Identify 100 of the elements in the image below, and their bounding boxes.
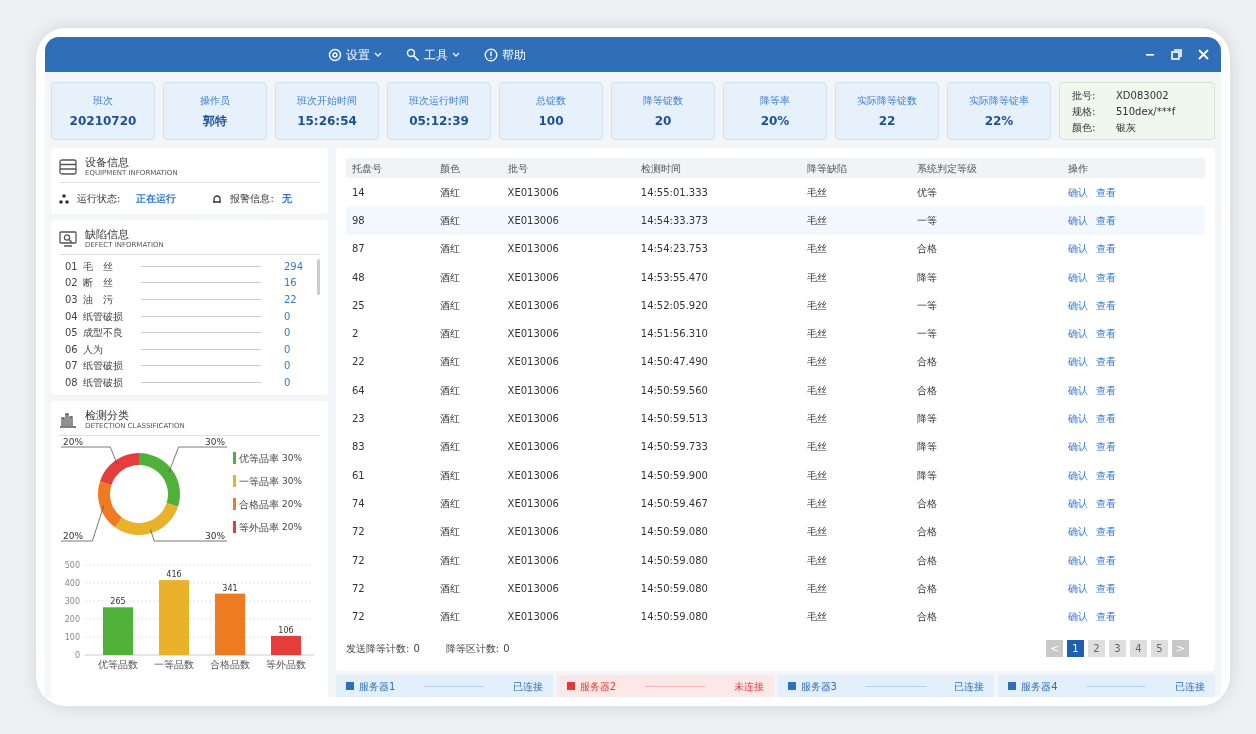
action-link[interactable]: 确认 xyxy=(1068,554,1088,566)
action-link[interactable]: 确认 xyxy=(1068,328,1088,340)
page-button[interactable]: 1 xyxy=(1067,640,1084,658)
table-cell-text: 酒红 xyxy=(439,412,462,426)
action-link[interactable]: 查看 xyxy=(1096,526,1116,538)
table-row[interactable]: 22 酒红 XE013006 14:50:47.490 毛丝 合格 确认 查看 xyxy=(346,347,1205,377)
page-button[interactable]: 2 xyxy=(1088,640,1105,658)
action-link[interactable]: 查看 xyxy=(1096,299,1116,311)
page-button[interactable]: 5 xyxy=(1151,640,1168,658)
network-icon xyxy=(59,193,69,204)
action-link[interactable]: 查看 xyxy=(1096,384,1116,396)
table-cell-text: 酒红 xyxy=(439,355,462,370)
table-row[interactable]: 72 酒红 XE013006 14:50:59.080 毛丝 合格 确认 查看 xyxy=(346,517,1205,546)
table-cell: 一等 xyxy=(910,206,1062,235)
info-label: 批号: xyxy=(1072,88,1097,103)
server-status: 未连接 xyxy=(733,679,764,694)
action-link[interactable]: 确认 xyxy=(1068,469,1088,481)
table-row[interactable]: 48 酒红 XE013006 14:53:55.470 毛丝 降等 确认 查看 xyxy=(346,262,1205,292)
table-row[interactable]: 83 酒红 XE013006 14:50:59.733 毛丝 降等 确认 查看 xyxy=(346,432,1205,461)
action-link[interactable]: 查看 xyxy=(1096,186,1116,198)
action-link[interactable]: 确认 xyxy=(1068,413,1088,424)
category-label: 合格品数 xyxy=(210,658,250,670)
action-link[interactable]: 确认 xyxy=(1068,243,1088,255)
action-link[interactable]: 确认 xyxy=(1068,611,1088,623)
table-cell-text: 一等 xyxy=(915,298,938,313)
scrollbar-thumb[interactable] xyxy=(317,259,320,295)
action-link[interactable]: 查看 xyxy=(1096,214,1116,226)
table-cell-text: 合格 xyxy=(915,610,938,625)
table-cell-text: 14:50:59.467 xyxy=(639,496,709,511)
action-link[interactable]: 确认 xyxy=(1068,214,1088,226)
action-link[interactable]: 确认 xyxy=(1068,186,1088,198)
action-link[interactable]: 查看 xyxy=(1096,497,1116,509)
table-row[interactable]: 74 酒红 XE013006 14:50:59.467 毛丝 合格 确认 查看 xyxy=(346,489,1205,518)
bar xyxy=(103,607,133,655)
page-button[interactable]: 4 xyxy=(1130,640,1147,658)
close-icon[interactable] xyxy=(1198,49,1209,60)
defect-count: 16 xyxy=(284,276,298,291)
action-link[interactable]: 查看 xyxy=(1096,582,1116,594)
table-row[interactable]: 25 酒红 XE013006 14:52:05.920 毛丝 一等 确认 查看 xyxy=(346,291,1205,320)
alarm-value: 无 xyxy=(281,192,292,206)
action-link[interactable]: 确认 xyxy=(1068,299,1088,311)
column-header: 托盘号 xyxy=(346,158,435,178)
table-row[interactable]: 72 酒红 XE013006 14:50:59.080 毛丝 合格 确认 查看 xyxy=(346,602,1205,631)
legend-label: 合格品率 xyxy=(239,497,279,512)
server-status: 已连接 xyxy=(512,679,543,694)
action-link[interactable]: 查看 xyxy=(1096,469,1116,481)
action-link[interactable]: 确认 xyxy=(1068,384,1088,396)
stat-label: 班次开始时间 xyxy=(297,93,357,108)
table-row[interactable]: 2 酒红 XE013006 14:51:56.310 毛丝 一等 确认 查看 xyxy=(346,319,1205,348)
action-link[interactable]: 确认 xyxy=(1068,582,1088,594)
table-row[interactable]: 61 酒红 XE013006 14:50:59.900 毛丝 降等 确认 查看 xyxy=(346,460,1205,490)
table-cell-text: 2 xyxy=(351,327,360,342)
table-cell-text: 毛丝 xyxy=(806,525,829,540)
action-link[interactable]: 查看 xyxy=(1096,611,1116,623)
table-cell-text: 酒红 xyxy=(439,496,462,511)
action-link[interactable]: 查看 xyxy=(1096,554,1116,566)
table-row[interactable]: 64 酒红 XE013006 14:50:59.560 毛丝 合格 确认 查看 xyxy=(346,376,1205,405)
table-row[interactable]: 72 酒红 XE013006 14:50:59.080 毛丝 合格 确认 查看 xyxy=(346,545,1205,575)
stat-label: 班次 xyxy=(93,93,113,108)
stat-value: 22% xyxy=(984,112,1014,130)
column-header: 批号 xyxy=(501,158,635,178)
action-link[interactable]: 查看 xyxy=(1096,328,1116,340)
table-cell: 酒红 xyxy=(434,178,502,207)
menu-item[interactable]: 帮助 xyxy=(484,45,526,64)
restore-icon[interactable] xyxy=(1171,49,1182,60)
action-link[interactable]: 确认 xyxy=(1068,271,1088,283)
info-label: 颜色: xyxy=(1072,120,1097,135)
axis-tick-label: 200 xyxy=(64,614,80,624)
table-cell-text: XE013006 xyxy=(506,270,560,285)
action-link[interactable]: 确认 xyxy=(1068,497,1088,509)
table-cell-text: XE013006 xyxy=(506,298,560,313)
help-icon xyxy=(484,47,498,62)
bar-value-label: 416 xyxy=(166,569,182,579)
action-link[interactable]: 查看 xyxy=(1096,271,1116,283)
action-link[interactable]: 确认 xyxy=(1068,526,1088,538)
action-link[interactable]: 查看 xyxy=(1096,413,1116,424)
table-row[interactable]: 23 酒红 XE013006 14:50:59.513 毛丝 降等 确认 查看 xyxy=(346,404,1205,433)
action-link[interactable]: 查看 xyxy=(1096,243,1116,255)
defect-name: 人为 xyxy=(83,342,104,357)
menu-item[interactable]: 工具 xyxy=(406,45,460,64)
action-link[interactable]: 确认 xyxy=(1068,356,1088,368)
menu-item[interactable]: 设置 xyxy=(328,45,382,64)
defect-index: 03 xyxy=(65,293,79,307)
server-status: 已连接 xyxy=(1175,679,1205,694)
table-row[interactable]: 87 酒红 XE013006 14:54:23.753 毛丝 合格 确认 查看 xyxy=(346,234,1205,263)
defect-name: 毛 丝 xyxy=(83,259,114,274)
table-row[interactable]: 98 酒红 XE013006 14:54:33.373 毛丝 一等 确认 查看 xyxy=(346,206,1205,235)
column-header: 操作 xyxy=(1062,158,1205,178)
bar-value-label: 265 xyxy=(110,597,126,607)
table-cell-text: 64 xyxy=(351,383,366,398)
defect-count: 0 xyxy=(284,359,292,374)
action-link[interactable]: 查看 xyxy=(1096,356,1116,368)
table-cell-text: 22 xyxy=(351,355,366,370)
table-row[interactable]: 14 酒红 XE013006 14:55:01.333 毛丝 优等 确认 查看 xyxy=(346,178,1205,207)
table-row[interactable]: 72 酒红 XE013006 14:50:59.080 毛丝 合格 确认 查看 xyxy=(346,574,1205,603)
page-button[interactable]: 3 xyxy=(1109,640,1126,658)
stat-value: 22 xyxy=(878,112,896,130)
action-link[interactable]: 确认 xyxy=(1068,441,1088,453)
table-cell-text: 毛丝 xyxy=(806,270,829,285)
action-link[interactable]: 查看 xyxy=(1096,441,1116,453)
